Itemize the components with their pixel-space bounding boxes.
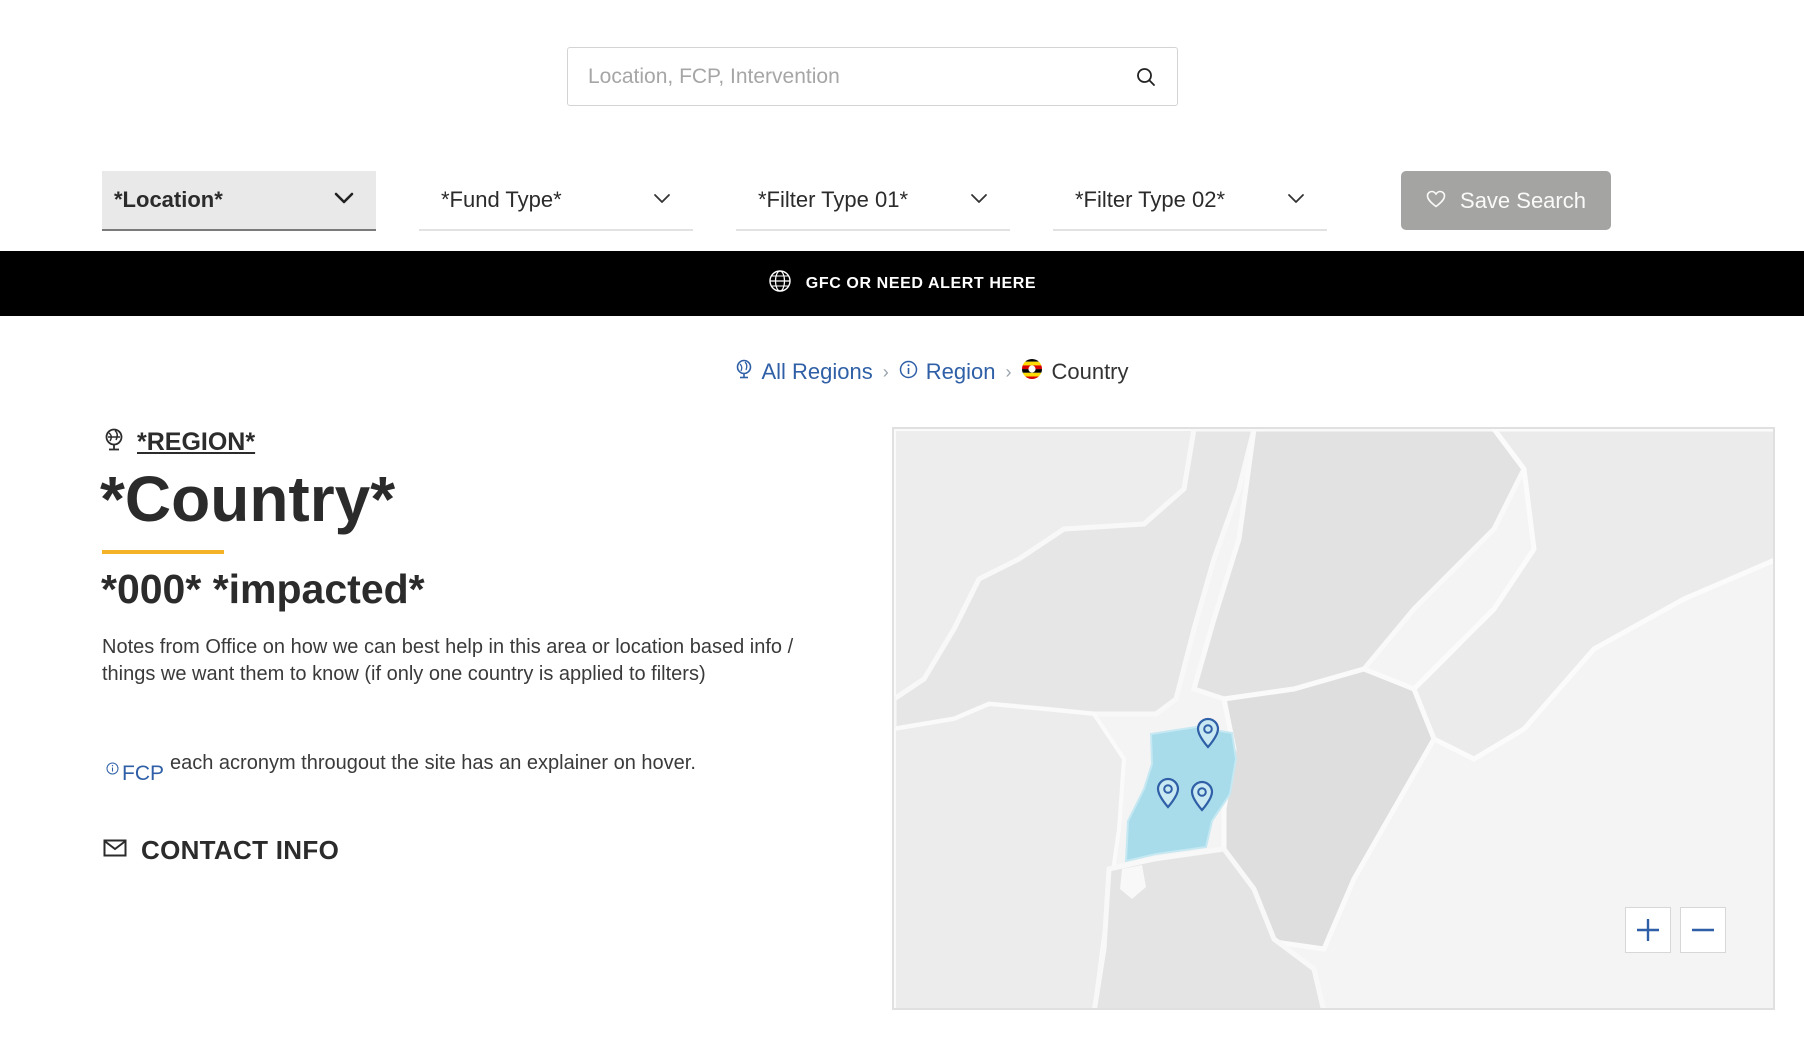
map-pin-icon[interactable] [1189, 780, 1215, 812]
filter-type-01-label: *Filter Type 01* [758, 187, 909, 212]
impacted-count: *000* *impacted* [101, 566, 425, 612]
globe-icon [768, 269, 792, 298]
heart-icon [1426, 190, 1446, 211]
country-map[interactable] [892, 427, 1775, 1010]
acronym-description: each acronym througout the site has an e… [170, 752, 696, 774]
zoom-in-button[interactable] [1625, 907, 1671, 953]
fund-type-filter-dropdown[interactable]: *Fund Type* [419, 171, 693, 231]
country-title: *Country* [100, 463, 396, 535]
envelope-icon [103, 839, 127, 862]
alert-banner: GFC OR NEED ALERT HERE [0, 251, 1804, 316]
contact-info-heading[interactable]: CONTACT INFO [103, 835, 339, 866]
location-filter-label: *Location* [114, 187, 223, 212]
fund-type-filter-label: *Fund Type* [441, 187, 562, 212]
acronym-tooltip-trigger[interactable]: FCP [106, 750, 164, 786]
breadcrumb-all-regions[interactable]: All Regions [735, 359, 873, 385]
chevron-down-icon [653, 191, 671, 209]
zoom-out-button[interactable] [1680, 907, 1726, 953]
breadcrumb-country-label: Country [1051, 359, 1129, 384]
save-search-button[interactable]: Save Search [1401, 171, 1611, 230]
info-icon [106, 762, 119, 780]
breadcrumb-all-regions-label: All Regions [761, 359, 873, 384]
breadcrumb: All Regions › Region › Country [0, 356, 1804, 388]
region-row: *REGION* [103, 428, 255, 457]
map-pin-icon[interactable] [1195, 717, 1221, 749]
save-search-label: Save Search [1460, 187, 1586, 213]
chevron-right-icon: › [882, 361, 889, 382]
chevron-down-icon [334, 191, 354, 209]
globe-pin-icon [735, 359, 753, 385]
search-bar[interactable] [567, 47, 1178, 106]
breadcrumb-country: Country [1021, 358, 1129, 386]
globe-stand-icon [103, 428, 125, 457]
search-input[interactable] [588, 64, 1135, 89]
accent-divider [102, 550, 224, 554]
contact-info-label: CONTACT INFO [141, 835, 340, 865]
map-pin-icon[interactable] [1155, 777, 1181, 809]
acronym-term: FCP [122, 762, 164, 785]
acronym-explainer: FCP each acronym througout the site has … [106, 750, 806, 786]
alert-text: GFC OR NEED ALERT HERE [805, 274, 1037, 292]
flag-icon [1021, 358, 1043, 386]
office-notes: Notes from Office on how we can best hel… [102, 636, 794, 685]
chevron-down-icon [1287, 191, 1305, 209]
filter-type-01-dropdown[interactable]: *Filter Type 01* [736, 171, 1010, 231]
minus-icon [1690, 917, 1716, 943]
breadcrumb-region-label: Region [925, 359, 996, 384]
breadcrumb-region[interactable]: Region [899, 359, 996, 385]
map-region-congo [894, 701, 1127, 1008]
filter-type-02-dropdown[interactable]: *Filter Type 02* [1053, 171, 1327, 231]
info-icon [899, 359, 918, 385]
region-link[interactable]: *REGION* [137, 428, 255, 457]
chevron-down-icon [970, 191, 988, 209]
plus-icon [1635, 917, 1661, 943]
location-filter-dropdown[interactable]: *Location* [102, 171, 376, 231]
filter-bar: *Location* *Fund Type* *Filter Type 01* … [102, 171, 1612, 231]
filter-type-02-label: *Filter Type 02* [1075, 187, 1226, 212]
chevron-right-icon: › [1005, 361, 1012, 382]
search-icon[interactable] [1135, 66, 1157, 88]
